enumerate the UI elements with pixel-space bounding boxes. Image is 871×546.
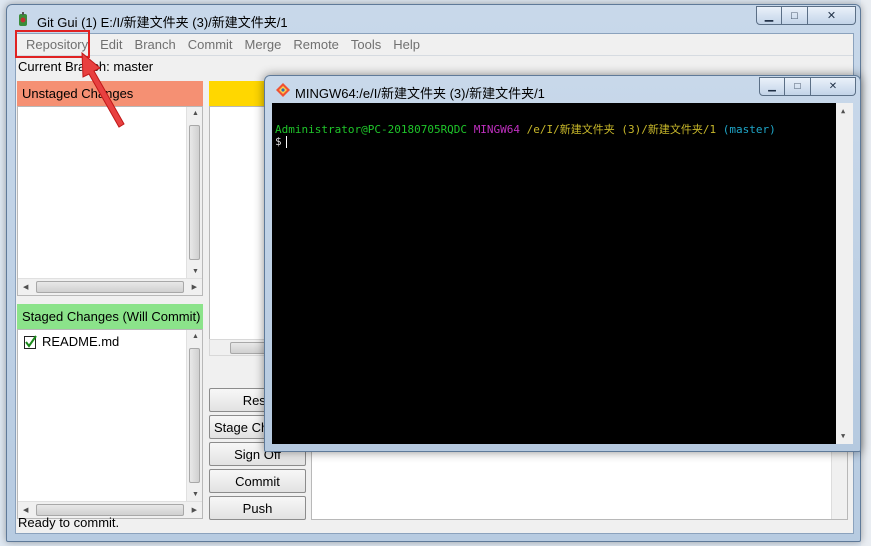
push-button[interactable]: Push xyxy=(209,496,306,520)
menu-tools[interactable]: Tools xyxy=(345,35,387,55)
prompt-symbol: $ xyxy=(275,135,282,148)
terminal-maximize-button[interactable]: □ xyxy=(785,77,811,96)
checked-file-icon xyxy=(24,334,37,349)
staged-changes-list[interactable]: README.md ▲ ▼ ◀ ▶ xyxy=(17,329,203,519)
terminal-console[interactable]: Administrator@PC-20180705RQDC MINGW64 /e… xyxy=(272,103,853,444)
menu-remote[interactable]: Remote xyxy=(287,35,345,55)
terminal-prompt-line: Administrator@PC-20180705RQDC MINGW64 /e… xyxy=(275,121,776,137)
annotation-arrow-icon xyxy=(81,51,125,128)
maximize-button[interactable]: □ xyxy=(782,6,808,25)
scroll-down-arrow-icon[interactable]: ▼ xyxy=(192,268,199,275)
scroll-down-arrow-icon[interactable]: ▼ xyxy=(192,491,199,498)
scroll-down-arrow-icon[interactable]: ▼ xyxy=(841,432,845,440)
terminal-close-button[interactable]: ✕ xyxy=(811,77,856,96)
git-bash-icon xyxy=(276,83,290,97)
titlebar: Git Gui (1) E:/I/新建文件夹 (3)/新建文件夹/1 ▁ □ ✕ xyxy=(7,5,860,33)
background-strip xyxy=(861,0,871,546)
terminal-scrollbar[interactable]: ▲ ▼ xyxy=(836,103,853,444)
commit-message-scrollbar[interactable] xyxy=(831,451,847,519)
mingw64-terminal-window: MINGW64:/e/I/新建文件夹 (3)/新建文件夹/1 ▁ □ ✕ Adm… xyxy=(264,75,861,452)
scroll-right-arrow-icon[interactable]: ▶ xyxy=(192,506,197,514)
prompt-branch: (master) xyxy=(722,123,776,136)
menu-help[interactable]: Help xyxy=(387,35,426,55)
window-controls: ▁ □ ✕ xyxy=(756,6,856,25)
text-cursor xyxy=(285,136,287,148)
window-title: Git Gui (1) E:/I/新建文件夹 (3)/新建文件夹/1 xyxy=(37,15,288,30)
commit-message-input[interactable] xyxy=(311,450,848,520)
close-button[interactable]: ✕ xyxy=(808,6,856,25)
scroll-up-arrow-icon[interactable]: ▲ xyxy=(841,107,845,115)
scroll-thumb[interactable] xyxy=(36,281,184,293)
scroll-left-arrow-icon[interactable]: ◀ xyxy=(23,506,28,514)
scroll-up-arrow-icon[interactable]: ▲ xyxy=(192,333,199,340)
scroll-left-arrow-icon[interactable]: ◀ xyxy=(23,283,28,291)
scroll-thumb[interactable] xyxy=(189,348,200,483)
menu-commit[interactable]: Commit xyxy=(182,35,239,55)
unstaged-vertical-scrollbar[interactable]: ▲ ▼ xyxy=(186,107,202,278)
scroll-thumb[interactable] xyxy=(189,125,200,260)
commit-button[interactable]: Commit xyxy=(209,469,306,493)
unstaged-horizontal-scrollbar[interactable]: ◀ ▶ xyxy=(18,278,202,295)
prompt-path: /e/I/新建文件夹 (3)/新建文件夹/1 xyxy=(526,123,717,136)
staged-file-name: README.md xyxy=(42,334,120,349)
status-bar-text: Ready to commit. xyxy=(18,515,120,530)
menubar: Repository Edit Branch Commit Merge Remo… xyxy=(16,34,853,56)
prompt-env: MINGW64 xyxy=(473,123,521,136)
scroll-right-arrow-icon[interactable]: ▶ xyxy=(192,283,197,291)
terminal-minimize-button[interactable]: ▁ xyxy=(759,77,785,96)
menu-merge[interactable]: Merge xyxy=(239,35,288,55)
terminal-input-line[interactable]: $ xyxy=(275,135,287,148)
terminal-title: MINGW64:/e/I/新建文件夹 (3)/新建文件夹/1 xyxy=(295,86,545,101)
prompt-user: Administrator@PC-20180705RQDC xyxy=(275,123,468,136)
minimize-button[interactable]: ▁ xyxy=(756,6,782,25)
staged-file-row[interactable]: README.md xyxy=(24,334,119,349)
staged-vertical-scrollbar[interactable]: ▲ ▼ xyxy=(186,330,202,501)
staged-changes-header: Staged Changes (Will Commit) xyxy=(17,304,203,329)
scroll-up-arrow-icon[interactable]: ▲ xyxy=(192,110,199,117)
terminal-window-controls: ▁ □ ✕ xyxy=(759,77,856,96)
git-gui-app-icon xyxy=(19,12,27,26)
